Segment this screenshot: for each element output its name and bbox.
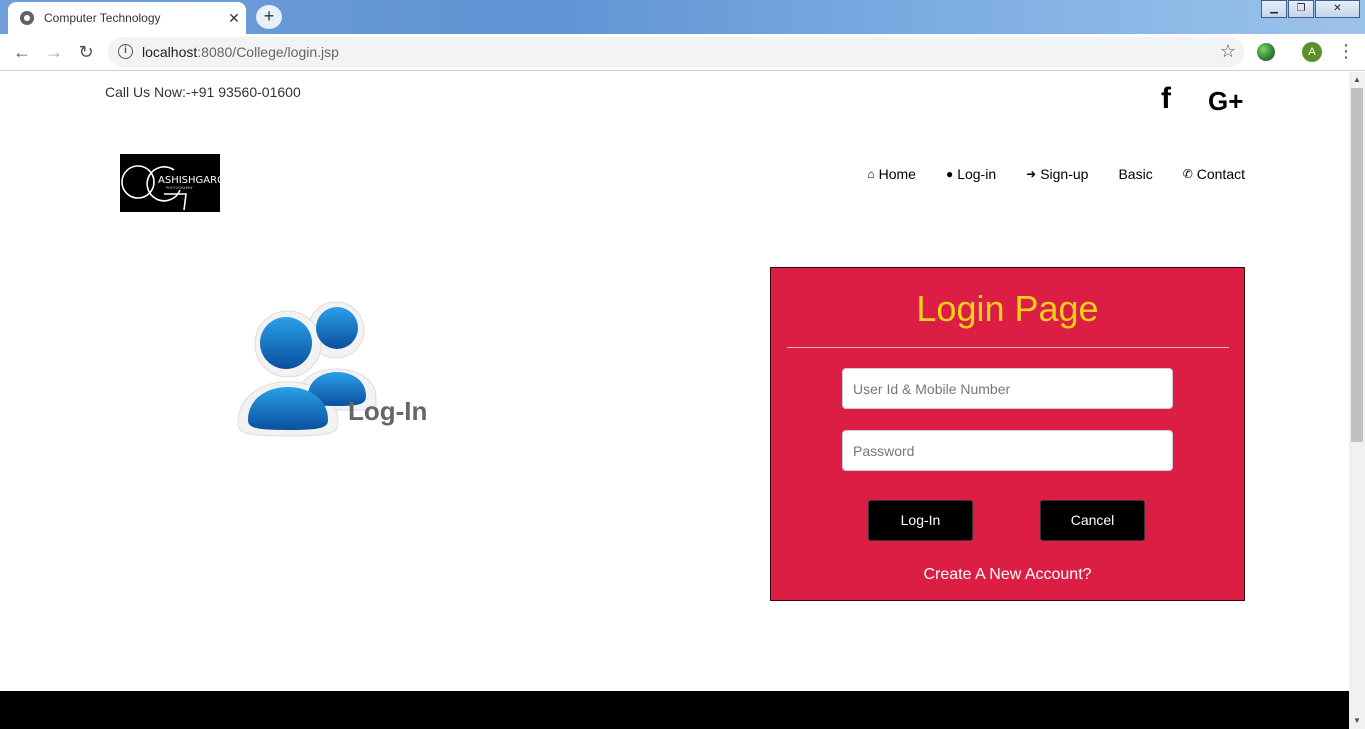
login-caption: Log-In <box>348 396 428 426</box>
user-icon: ● <box>945 167 954 181</box>
extension-globe-icon[interactable] <box>1257 43 1275 61</box>
login-button[interactable]: Log-In <box>868 500 973 541</box>
user-id-input[interactable] <box>842 368 1173 409</box>
scroll-up-icon[interactable]: ▲ <box>1349 72 1365 88</box>
nav-label: Contact <box>1196 166 1245 182</box>
new-tab-button[interactable]: + <box>256 5 282 29</box>
home-icon: ⌂ <box>867 167 875 181</box>
site-logo[interactable]: ASHISHGARG PHOTOGRAPHY <box>120 154 220 212</box>
forward-arrow-icon[interactable]: → <box>44 42 64 62</box>
back-arrow-icon[interactable]: ← <box>12 42 32 62</box>
cancel-button[interactable]: Cancel <box>1040 500 1145 541</box>
window-maximize-button[interactable]: ❐ <box>1288 0 1314 18</box>
page-viewport: Call Us Now:-+91 93560-01600 f G+ ASHISH… <box>0 72 1349 729</box>
address-bar[interactable]: i localhost:8080/College/login.jsp ☆ <box>108 37 1244 67</box>
password-input[interactable] <box>842 430 1173 471</box>
reload-icon[interactable]: ↻ <box>76 42 96 62</box>
scrollbar-thumb[interactable] <box>1351 88 1363 442</box>
info-icon[interactable]: i <box>118 44 133 59</box>
nav-label: Home <box>878 166 916 182</box>
nav-label: Log-in <box>957 166 997 182</box>
google-plus-icon[interactable]: G+ <box>1208 86 1243 117</box>
logo-subtext: PHOTOGRAPHY <box>166 186 194 190</box>
globe-icon <box>20 11 34 25</box>
url-host: localhost <box>142 44 198 60</box>
window-close-button[interactable]: ✕ <box>1315 0 1360 18</box>
nav-item-home[interactable]: ⌂ Home <box>867 166 916 182</box>
page-footer <box>0 691 1349 729</box>
url-text[interactable]: localhost:8080/College/login.jsp <box>142 44 339 60</box>
page-scrollbar[interactable]: ▲ ▼ <box>1349 72 1365 729</box>
login-panel: Login Page Log-In Cancel Create A New Ac… <box>770 267 1245 601</box>
nav-label: Sign-up <box>1040 166 1089 182</box>
main-nav: ⌂ Home ● Log-in ➜ Sign-up Basic ✆ Contac… <box>867 166 1245 182</box>
create-account-link[interactable]: Create A New Account? <box>771 566 1244 584</box>
browser-tab[interactable]: Computer Technology ✕ <box>8 2 246 34</box>
browser-toolbar: ← → ↻ i localhost:8080/College/login.jsp… <box>0 34 1365 71</box>
browser-menu-icon[interactable]: ⋮ <box>1337 41 1355 62</box>
scroll-down-icon[interactable]: ▼ <box>1349 713 1365 729</box>
facebook-icon[interactable]: f <box>1161 82 1171 116</box>
logo-graphic: ASHISHGARG PHOTOGRAPHY <box>121 165 220 211</box>
nav-item-login[interactable]: ● Log-in <box>946 166 996 182</box>
nav-item-contact[interactable]: ✆ Contact <box>1183 166 1245 182</box>
panel-title: Login Page <box>916 288 1099 329</box>
bookmark-star-icon[interactable]: ☆ <box>1220 41 1236 62</box>
panel-divider <box>787 347 1229 348</box>
nav-item-basic[interactable]: Basic <box>1118 166 1152 182</box>
url-path: :8080/College/login.jsp <box>197 44 339 60</box>
profile-avatar[interactable]: A <box>1302 42 1322 62</box>
nav-label: Basic <box>1118 166 1153 182</box>
logo-text: ASHISHGARG <box>158 175 220 186</box>
sign-in-icon: ➜ <box>1026 167 1037 181</box>
browser-titlebar: Computer Technology ✕ + ▁ ❐ ✕ <box>0 0 1365 34</box>
window-minimize-button[interactable]: ▁ <box>1261 0 1287 18</box>
call-us-text: Call Us Now:-+91 93560-01600 <box>105 84 301 100</box>
nav-item-signup[interactable]: ➜ Sign-up <box>1026 166 1088 182</box>
tab-close-icon[interactable]: ✕ <box>222 10 246 27</box>
tab-title: Computer Technology <box>44 11 161 25</box>
phone-icon: ✆ <box>1182 167 1193 181</box>
